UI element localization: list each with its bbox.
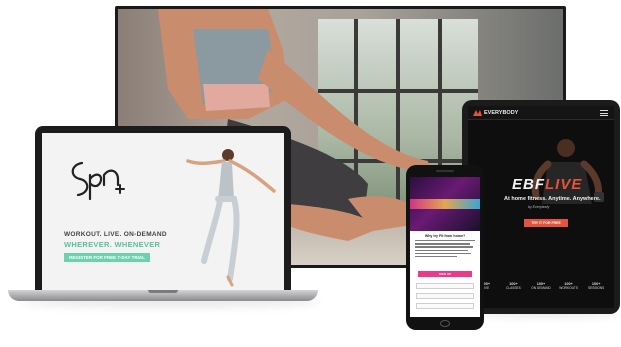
phone-screen: Why try Fit from home? SIGN UP	[410, 177, 480, 317]
laptop-notch	[148, 290, 178, 293]
phone-input-field[interactable]	[416, 293, 474, 299]
stat-item: 100+ CLASSES	[506, 282, 521, 290]
brand-logo-icon	[473, 110, 482, 116]
tablet-stats: 100+ LIVE 100+ CLASSES 100+ ON DEMAND 100+ W…	[472, 282, 610, 290]
tablet-title: EBFLIVE	[512, 176, 583, 193]
stat-item: 100+ ON DEMAND	[531, 282, 551, 290]
spn-plus-logo	[71, 161, 125, 201]
phone-body-text	[415, 240, 475, 259]
laptop-subheadline: WHEREVER. WHENEVER	[64, 240, 161, 249]
tablet-device: EVERYBODY EBFLIVE At home fitness. Anyti…	[462, 100, 620, 314]
tablet-tagline: by Everybody	[528, 205, 550, 209]
stat-item: 100+ WORKOUTS	[559, 282, 578, 290]
dancer-image	[186, 149, 276, 287]
laptop-headline: WORKOUT. LIVE. ON-DEMAND	[64, 231, 167, 238]
tablet-screen: EVERYBODY EBFLIVE At home fitness. Anyti…	[468, 106, 614, 308]
phone-banner-image	[410, 177, 480, 231]
try-free-button[interactable]: TRY IT FOR FREE	[524, 219, 568, 227]
tablet-brand[interactable]: EVERYBODY	[484, 110, 518, 116]
laptop-screen: WORKOUT. LIVE. ON-DEMAND WHEREVER. WHENE…	[42, 133, 284, 290]
laptop-base	[8, 290, 318, 301]
home-button[interactable]	[440, 320, 450, 327]
phone-input-field[interactable]	[416, 303, 474, 309]
phone-signup-button[interactable]: SIGN UP	[418, 271, 472, 277]
laptop-device: WORKOUT. LIVE. ON-DEMAND WHEREVER. WHENE…	[35, 126, 291, 292]
phone-banner-stripe	[410, 199, 480, 209]
phone-speaker	[436, 170, 454, 172]
free-trial-button[interactable]: REGISTER FOR FREE 7-DAY TRIAL	[64, 253, 150, 262]
stat-item: 100+ SESSIONS	[588, 282, 605, 290]
tablet-subtitle: At home fitness. Anytime. Anywhere.	[504, 196, 601, 202]
hamburger-menu-icon[interactable]	[600, 110, 608, 117]
phone-device: Why try Fit from home? SIGN UP	[406, 165, 484, 330]
phone-title: Why try Fit from home?	[424, 234, 466, 238]
phone-input-field[interactable]	[416, 283, 474, 289]
tablet-navbar: EVERYBODY	[468, 106, 614, 120]
